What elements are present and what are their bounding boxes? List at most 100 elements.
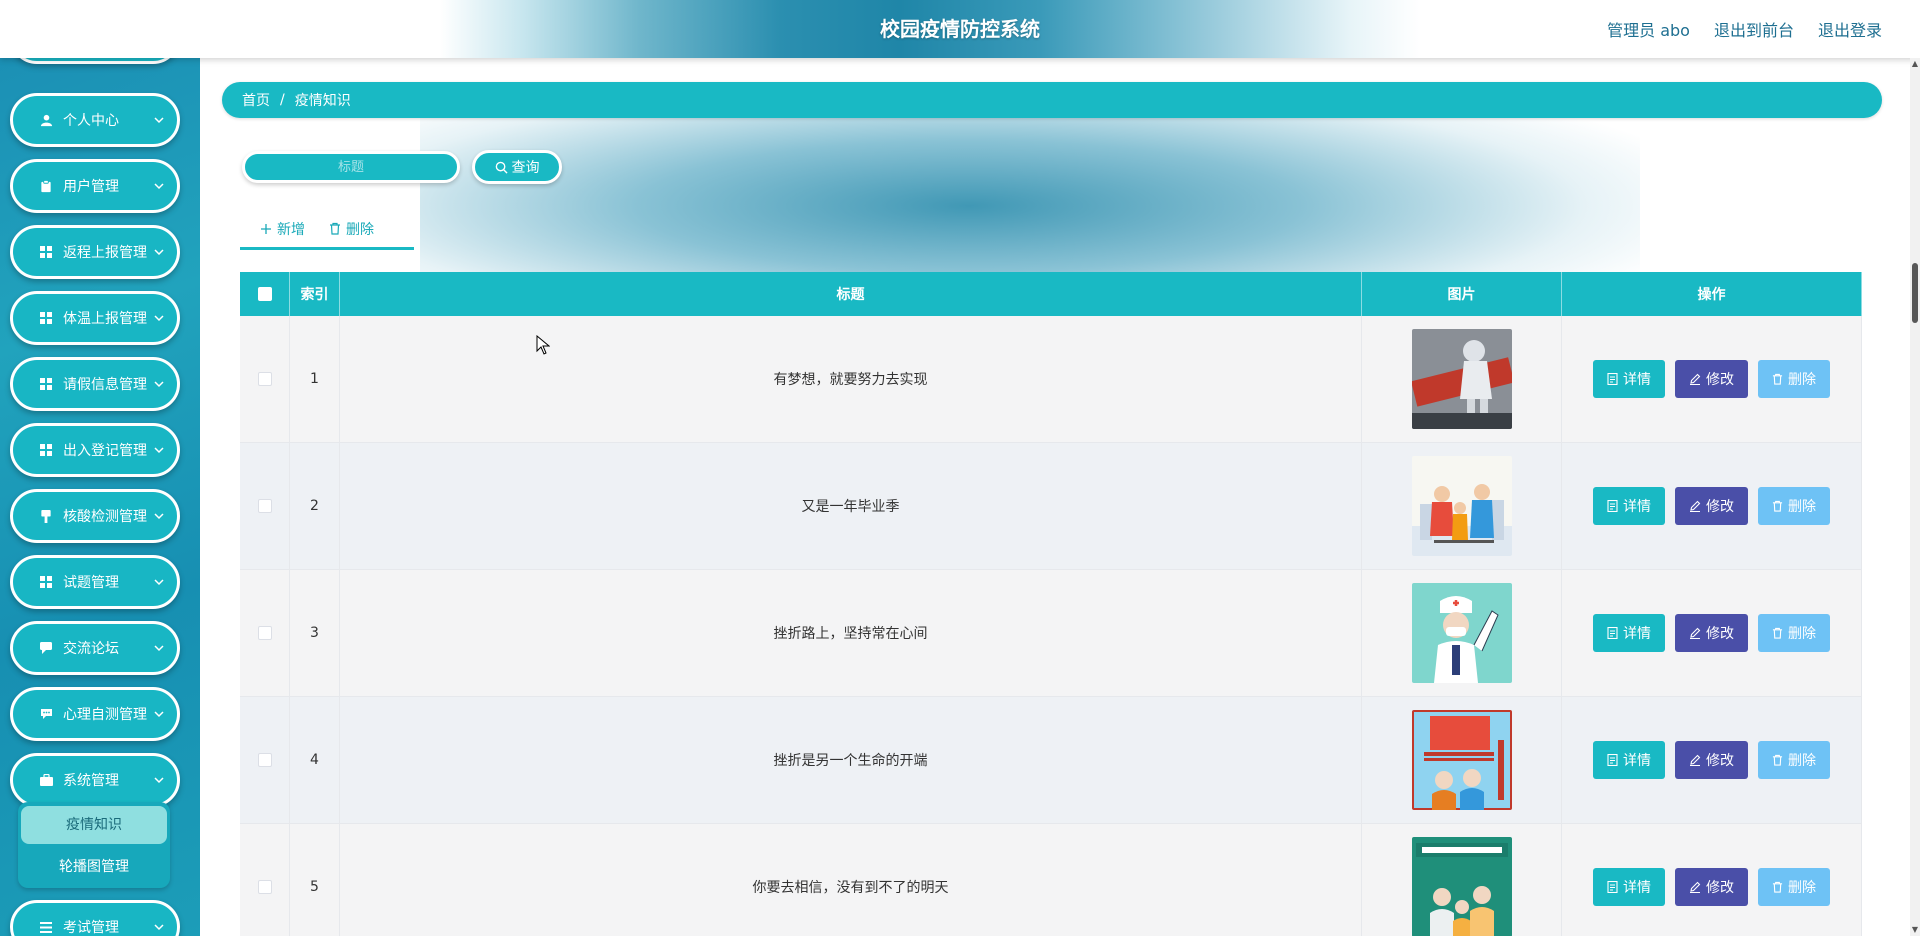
- table-row: 5 你要去相信，没有到不了的明天 详情 修改 删除: [240, 824, 1862, 936]
- batch-delete-button[interactable]: 删除: [329, 219, 374, 239]
- comment-icon: [39, 707, 53, 721]
- edit-icon: [1690, 373, 1701, 385]
- chevron-down-icon: [154, 579, 164, 586]
- sidebar-item-nucleic-test[interactable]: 核酸检测管理: [10, 489, 180, 543]
- detail-button[interactable]: 详情: [1593, 360, 1665, 398]
- sidebar-item-temperature-report[interactable]: 体温上报管理: [10, 291, 180, 345]
- edit-icon: [1690, 500, 1701, 512]
- row-checkbox-cell: [240, 443, 290, 569]
- edit-label: 修改: [1706, 626, 1734, 642]
- sidebar-item-entry-exit[interactable]: 出入登记管理: [10, 423, 180, 477]
- sidebar-item-label: 考试管理: [63, 920, 119, 936]
- row-index: 3: [290, 570, 340, 696]
- thumbnail-image[interactable]: [1411, 329, 1512, 429]
- detail-button[interactable]: 详情: [1593, 868, 1665, 906]
- grid-icon: [39, 443, 53, 457]
- query-button[interactable]: 查询: [472, 150, 562, 184]
- sidebar-item-leave-info[interactable]: 请假信息管理: [10, 357, 180, 411]
- submenu-item-carousel[interactable]: 轮播图管理: [21, 848, 167, 886]
- trash-icon: [1772, 373, 1783, 385]
- thumbnail-image[interactable]: [1411, 837, 1512, 936]
- row-image-cell: [1362, 824, 1562, 936]
- submenu-item-epidemic-knowledge[interactable]: 疫情知识: [21, 806, 167, 844]
- grid-icon: [39, 311, 53, 325]
- thumbnail-image[interactable]: [1411, 583, 1512, 683]
- column-header-actions: 操作: [1562, 272, 1862, 316]
- chevron-down-icon: [154, 381, 164, 388]
- select-all-checkbox[interactable]: [257, 287, 272, 301]
- row-checkbox[interactable]: [257, 880, 272, 894]
- chevron-down-icon: [154, 183, 164, 190]
- row-checkbox[interactable]: [257, 626, 272, 640]
- edit-button[interactable]: 修改: [1675, 741, 1748, 779]
- chevron-down-icon: [154, 513, 164, 520]
- page-scrollbar[interactable]: ▲ ▼: [1910, 58, 1920, 936]
- scroll-up-arrow-icon[interactable]: ▲: [1911, 60, 1919, 68]
- detail-label: 详情: [1623, 626, 1651, 642]
- row-index: 5: [290, 824, 340, 936]
- detail-label: 详情: [1623, 499, 1651, 515]
- row-checkbox[interactable]: [257, 753, 272, 767]
- sidebar-item-label: 请假信息管理: [63, 377, 147, 393]
- sidebar-item-personal-center[interactable]: 个人中心: [10, 93, 180, 147]
- detail-button[interactable]: 详情: [1593, 487, 1665, 525]
- row-image-cell: [1362, 570, 1562, 696]
- header-actions: 管理员 abo 退出到前台 退出登录: [1607, 0, 1882, 58]
- trash-icon: [1772, 754, 1783, 766]
- title-search-input[interactable]: [242, 151, 460, 183]
- detail-label: 详情: [1623, 880, 1651, 896]
- sidebar-item-system-management[interactable]: 系统管理: [10, 753, 180, 807]
- chevron-down-icon: [154, 117, 164, 124]
- delete-button[interactable]: 删除: [1758, 360, 1830, 398]
- sidebar: 个人中心 用户管理 返程上报管理 体温上报管理 请假信息管理 出入登记管理 核酸…: [0, 0, 200, 936]
- delete-button[interactable]: 删除: [1758, 487, 1830, 525]
- action-toolbar: 新增 删除: [240, 210, 414, 250]
- delete-label: 删除: [1788, 626, 1816, 642]
- edit-label: 修改: [1706, 499, 1734, 515]
- sidebar-item-forum[interactable]: 交流论坛: [10, 621, 180, 675]
- sidebar-item-user-management[interactable]: 用户管理: [10, 159, 180, 213]
- edit-label: 修改: [1706, 372, 1734, 388]
- sidebar-item-exam-management[interactable]: 考试管理: [10, 900, 180, 936]
- brush-icon: [39, 509, 53, 523]
- exit-to-front-link[interactable]: 退出到前台: [1714, 17, 1794, 41]
- sidebar-item-psych-test[interactable]: 心理自测管理: [10, 687, 180, 741]
- scroll-down-arrow-icon[interactable]: ▼: [1911, 926, 1919, 934]
- delete-label: 删除: [1788, 753, 1816, 769]
- edit-button[interactable]: 修改: [1675, 614, 1748, 652]
- add-button-label: 新增: [277, 221, 305, 238]
- grid-icon: [39, 377, 53, 391]
- delete-button[interactable]: 删除: [1758, 614, 1830, 652]
- scrollbar-thumb[interactable]: [1912, 263, 1918, 323]
- row-checkbox[interactable]: [257, 372, 272, 386]
- thumbnail-image[interactable]: [1411, 710, 1512, 810]
- detail-button[interactable]: 详情: [1593, 741, 1665, 779]
- row-checkbox[interactable]: [257, 499, 272, 513]
- edit-button[interactable]: 修改: [1675, 487, 1748, 525]
- document-icon: [1607, 754, 1618, 766]
- logout-link[interactable]: 退出登录: [1818, 17, 1882, 41]
- detail-label: 详情: [1623, 372, 1651, 388]
- table-row: 2 又是一年毕业季 详情 修改 删除: [240, 443, 1862, 570]
- row-actions: 详情 修改 删除: [1562, 316, 1862, 442]
- thumbnail-image[interactable]: [1411, 456, 1512, 556]
- edit-icon: [1690, 627, 1701, 639]
- row-actions: 详情 修改 删除: [1562, 443, 1862, 569]
- detail-button[interactable]: 详情: [1593, 614, 1665, 652]
- admin-user-label[interactable]: 管理员 abo: [1607, 17, 1690, 41]
- row-title: 又是一年毕业季: [340, 443, 1362, 569]
- add-button[interactable]: 新增: [260, 219, 305, 239]
- breadcrumb-current: 疫情知识: [294, 93, 351, 109]
- edit-label: 修改: [1706, 753, 1734, 769]
- column-header-image: 图片: [1362, 272, 1562, 316]
- sidebar-item-return-report[interactable]: 返程上报管理: [10, 225, 180, 279]
- edit-button[interactable]: 修改: [1675, 360, 1748, 398]
- delete-button[interactable]: 删除: [1758, 868, 1830, 906]
- document-icon: [1607, 627, 1618, 639]
- sidebar-item-exam-questions[interactable]: 试题管理: [10, 555, 180, 609]
- table-row: 4 挫折是另一个生命的开端 详情 修改 删除: [240, 697, 1862, 824]
- delete-button[interactable]: 删除: [1758, 741, 1830, 779]
- breadcrumb-home[interactable]: 首页: [242, 90, 270, 110]
- edit-button[interactable]: 修改: [1675, 868, 1748, 906]
- edit-icon: [1690, 754, 1701, 766]
